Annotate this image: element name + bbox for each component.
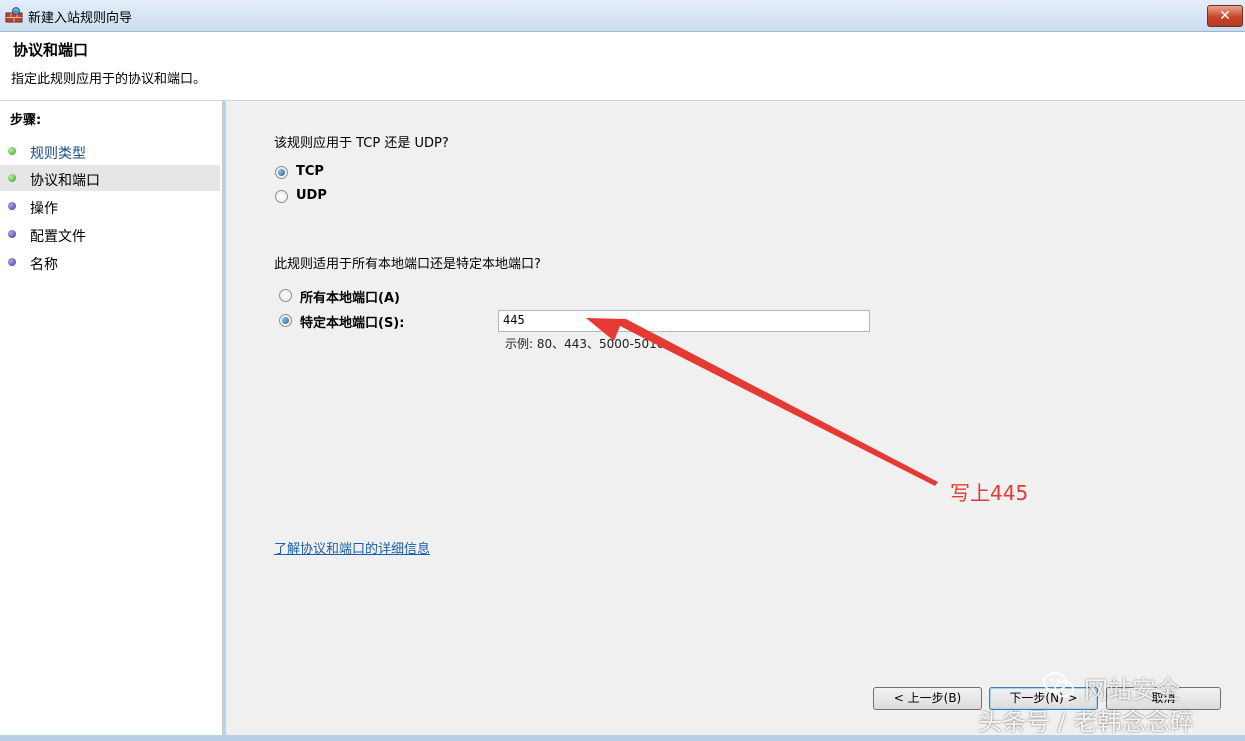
udp-label: UDP bbox=[296, 188, 327, 203]
step-current-bullet-icon bbox=[8, 174, 16, 182]
udp-radio-option[interactable]: UDP bbox=[275, 188, 355, 208]
protocol-question: 该规则应用于 TCP 还是 UDP? bbox=[274, 136, 449, 151]
ports-question: 此规则适用于所有本地端口还是特定本地端口? bbox=[274, 257, 541, 272]
step-label: 配置文件 bbox=[30, 229, 86, 245]
step-label: 操作 bbox=[30, 201, 58, 217]
window-title: 新建入站规则向导 bbox=[28, 11, 133, 26]
step-protocol-ports[interactable]: 协议和端口 bbox=[0, 165, 220, 191]
specific-ports-radio[interactable] bbox=[279, 314, 292, 327]
step-pending-bullet-icon bbox=[8, 258, 16, 266]
step-action: 操作 bbox=[0, 193, 220, 219]
wizard-header: 协议和端口 指定此规则应用于的协议和端口。 bbox=[0, 32, 1245, 101]
page-subtitle: 指定此规则应用于的协议和端口。 bbox=[11, 72, 207, 87]
wizard-content: 该规则应用于 TCP 还是 UDP? TCP UDP 此规则适用于所有本地端口还… bbox=[226, 101, 1245, 735]
back-button[interactable]: < 上一步(B) bbox=[873, 687, 982, 710]
wechat-icon bbox=[1043, 672, 1074, 698]
title-bar: 新建入站规则向导 ✕ bbox=[0, 0, 1245, 32]
annotation-text: 写上445 bbox=[950, 481, 1029, 505]
window-bottom-border bbox=[0, 735, 1245, 741]
help-link[interactable]: 了解协议和端口的详细信息 bbox=[274, 538, 430, 557]
page-title: 协议和端口 bbox=[13, 41, 89, 59]
port-input[interactable]: 445 bbox=[498, 310, 870, 332]
watermark-title: 网站安全 bbox=[1084, 676, 1180, 704]
close-icon: ✕ bbox=[1219, 8, 1231, 24]
specific-ports-label: 特定本地端口(S): bbox=[300, 316, 405, 331]
step-pending-bullet-icon bbox=[8, 230, 16, 238]
step-pending-bullet-icon bbox=[8, 202, 16, 210]
all-ports-radio[interactable] bbox=[279, 289, 292, 302]
step-label: 规则类型 bbox=[30, 146, 86, 162]
tcp-label: TCP bbox=[296, 164, 324, 179]
steps-sidebar: 步骤: 规则类型 协议和端口 操作 配置文件 名称 bbox=[0, 101, 223, 735]
step-done-bullet-icon bbox=[8, 147, 16, 155]
close-button[interactable]: ✕ bbox=[1207, 5, 1243, 27]
tcp-radio[interactable] bbox=[275, 166, 288, 179]
udp-radio[interactable] bbox=[275, 190, 288, 203]
port-example: 示例: 80、443、5000-5010 bbox=[505, 337, 665, 351]
step-label: 协议和端口 bbox=[30, 173, 100, 189]
step-rule-type[interactable]: 规则类型 bbox=[0, 138, 220, 164]
firewall-icon bbox=[5, 7, 23, 23]
tcp-radio-option[interactable]: TCP bbox=[275, 164, 355, 184]
all-ports-radio-option[interactable]: 所有本地端口(A) bbox=[279, 287, 469, 307]
step-profile: 配置文件 bbox=[0, 221, 220, 247]
step-name: 名称 bbox=[0, 249, 220, 275]
step-label: 名称 bbox=[30, 257, 58, 273]
watermark-credit: 头条号 / 老韩念念碎 bbox=[978, 708, 1194, 736]
steps-heading: 步骤: bbox=[10, 113, 42, 128]
specific-ports-radio-option[interactable]: 特定本地端口(S): bbox=[279, 312, 469, 332]
all-ports-label: 所有本地端口(A) bbox=[300, 291, 400, 306]
